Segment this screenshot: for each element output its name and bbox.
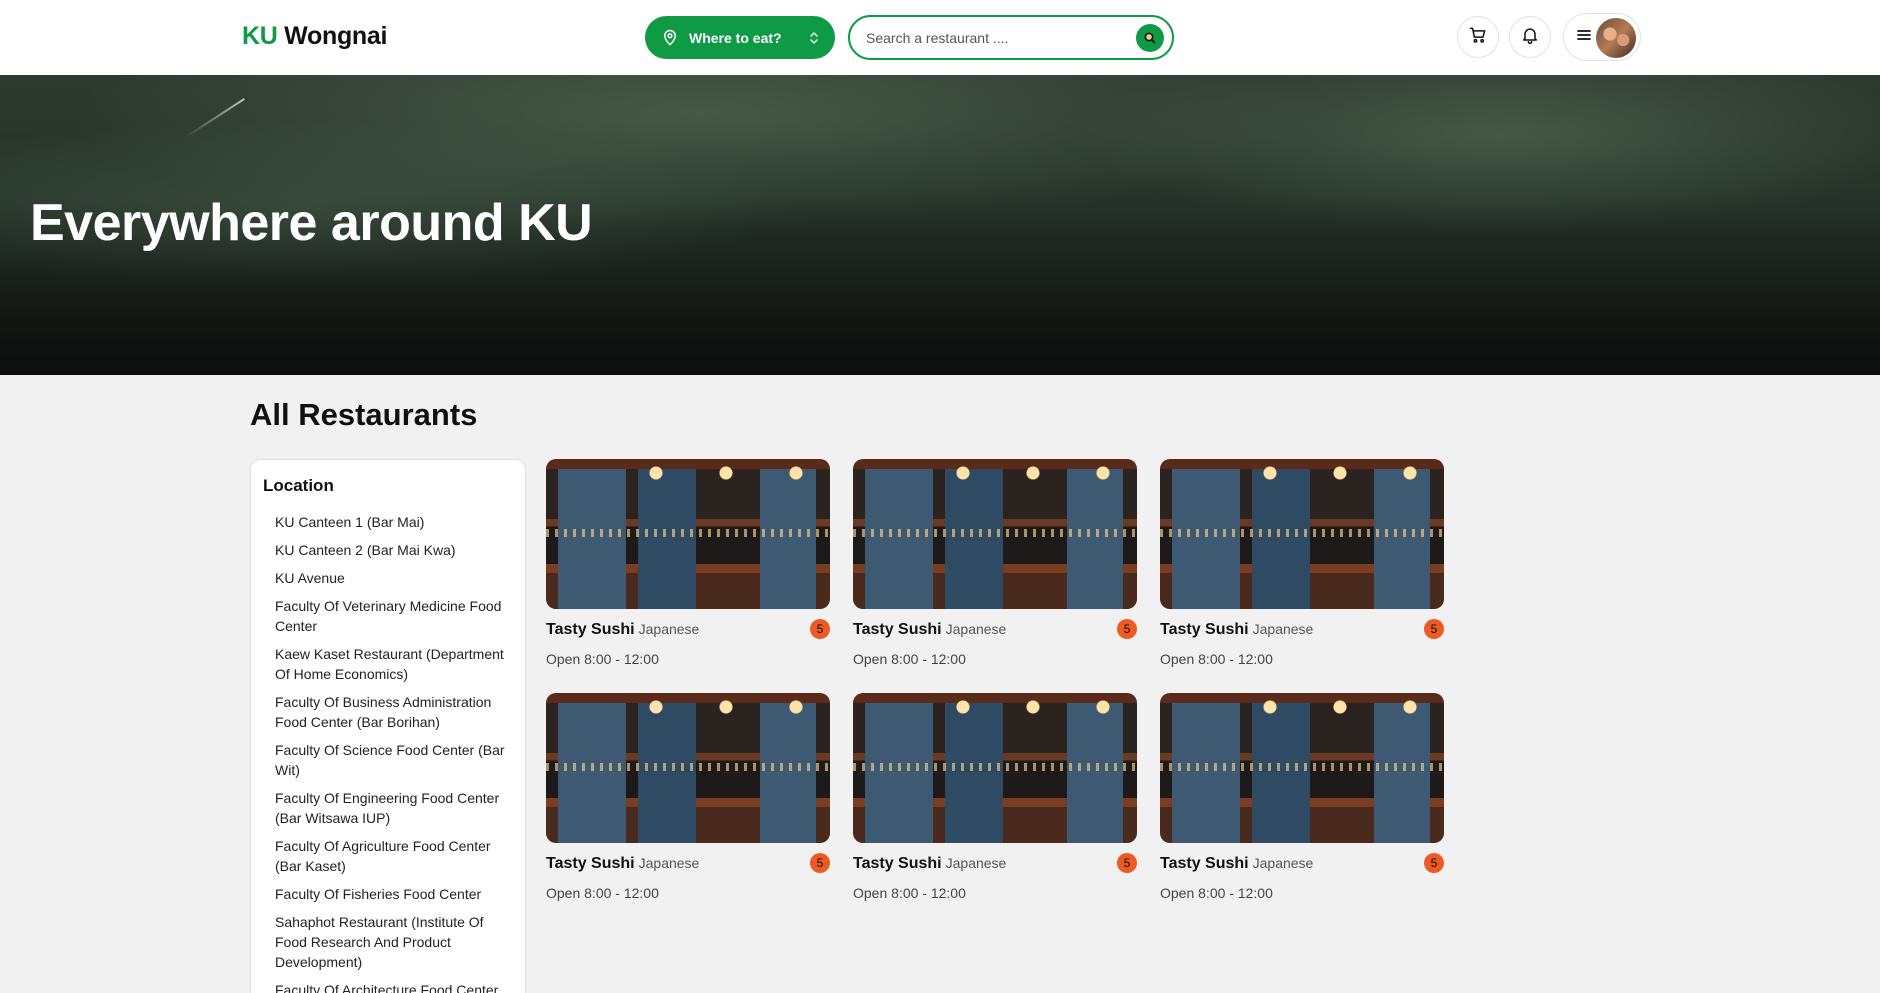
rating-badge: 5: [1117, 853, 1137, 873]
restaurant-cuisine: Japanese: [638, 855, 700, 871]
restaurant-name-line: Tasty Sushi Japanese: [853, 621, 1006, 639]
restaurant-name: Tasty Sushi: [546, 855, 635, 872]
restaurant-name-line: Tasty Sushi Japanese: [1160, 855, 1313, 873]
location-filter-panel: Location KU Canteen 1 (Bar Mai) KU Cante…: [250, 459, 526, 993]
rating-badge: 5: [810, 853, 830, 873]
location-item[interactable]: KU Canteen 2 (Bar Mai Kwa): [275, 540, 515, 560]
notifications-button[interactable]: [1509, 16, 1551, 58]
restaurant-name-line: Tasty Sushi Japanese: [546, 855, 699, 873]
restaurant-card[interactable]: Tasty Sushi Japanese 5 Open 8:00 - 12:00: [853, 693, 1137, 918]
where-to-eat-label: Where to eat?: [689, 29, 782, 46]
site-logo[interactable]: KU Wongnai: [242, 22, 387, 51]
restaurant-card[interactable]: Tasty Sushi Japanese 5 Open 8:00 - 12:00: [853, 459, 1137, 684]
restaurant-name-line: Tasty Sushi Japanese: [546, 621, 699, 639]
top-navbar: KU Wongnai Where to eat?: [0, 0, 1880, 75]
hero-title: Everywhere around KU: [30, 194, 593, 252]
map-pin-icon: [661, 29, 679, 47]
location-item[interactable]: Kaew Kaset Restaurant (Department Of Hom…: [275, 644, 515, 684]
logo-wongnai-text: Wongnai: [284, 22, 388, 50]
restaurant-cuisine: Japanese: [945, 621, 1007, 637]
location-item[interactable]: Faculty Of Agriculture Food Center (Bar …: [275, 836, 515, 876]
location-list: KU Canteen 1 (Bar Mai) KU Canteen 2 (Bar…: [275, 512, 515, 993]
restaurant-name: Tasty Sushi: [1160, 621, 1249, 638]
restaurant-image: [853, 693, 1137, 843]
user-menu-button[interactable]: [1563, 13, 1641, 61]
logo-ku-text: KU: [242, 22, 278, 50]
opening-hours: Open 8:00 - 12:00: [1160, 651, 1273, 667]
location-item[interactable]: Faculty Of Architecture Food Center: [275, 980, 515, 993]
location-item[interactable]: Faculty Of Business Administration Food …: [275, 692, 515, 732]
restaurant-image: [1160, 459, 1444, 609]
opening-hours: Open 8:00 - 12:00: [853, 651, 966, 667]
search-input[interactable]: [866, 28, 1116, 48]
restaurant-name: Tasty Sushi: [1160, 855, 1249, 872]
location-heading: Location: [263, 476, 334, 495]
restaurant-card[interactable]: Tasty Sushi Japanese 5 Open 8:00 - 12:00: [546, 459, 830, 684]
hero-shooting-star: [185, 98, 245, 138]
restaurant-name: Tasty Sushi: [546, 621, 635, 638]
opening-hours: Open 8:00 - 12:00: [546, 651, 659, 667]
where-to-eat-button[interactable]: Where to eat?: [645, 16, 835, 59]
rating-badge: 5: [1424, 619, 1444, 639]
restaurant-card[interactable]: Tasty Sushi Japanese 5 Open 8:00 - 12:00: [1160, 459, 1444, 684]
opening-hours: Open 8:00 - 12:00: [546, 885, 659, 901]
hero-banner: Everywhere around KU: [0, 75, 1880, 375]
chevron-updown-icon: [807, 29, 821, 47]
location-item[interactable]: KU Avenue: [275, 568, 515, 588]
restaurant-cuisine: Japanese: [945, 855, 1007, 871]
bell-icon: [1520, 25, 1540, 50]
restaurant-name: Tasty Sushi: [853, 621, 942, 638]
location-item[interactable]: Faculty Of Science Food Center (Bar Wit): [275, 740, 515, 780]
restaurant-cuisine: Japanese: [638, 621, 700, 637]
restaurant-image: [546, 693, 830, 843]
rating-badge: 5: [810, 619, 830, 639]
restaurant-name-line: Tasty Sushi Japanese: [1160, 621, 1313, 639]
search-bar: [848, 15, 1174, 60]
menu-icon: [1576, 28, 1592, 47]
location-item[interactable]: Faculty Of Fisheries Food Center: [275, 884, 515, 904]
restaurant-image: [546, 459, 830, 609]
cart-button[interactable]: [1457, 16, 1499, 58]
rating-badge: 5: [1117, 619, 1137, 639]
avatar: [1596, 18, 1636, 58]
search-icon[interactable]: [1136, 24, 1164, 52]
restaurant-name: Tasty Sushi: [853, 855, 942, 872]
location-item[interactable]: Faculty Of Veterinary Medicine Food Cent…: [275, 596, 515, 636]
opening-hours: Open 8:00 - 12:00: [1160, 885, 1273, 901]
location-item[interactable]: Sahaphot Restaurant (Institute Of Food R…: [275, 912, 515, 972]
location-item[interactable]: Faculty Of Engineering Food Center (Bar …: [275, 788, 515, 828]
rating-badge: 5: [1424, 853, 1444, 873]
restaurant-card[interactable]: Tasty Sushi Japanese 5 Open 8:00 - 12:00: [546, 693, 830, 918]
opening-hours: Open 8:00 - 12:00: [853, 885, 966, 901]
restaurant-cuisine: Japanese: [1252, 855, 1314, 871]
restaurant-cuisine: Japanese: [1252, 621, 1314, 637]
restaurant-image: [853, 459, 1137, 609]
restaurant-name-line: Tasty Sushi Japanese: [853, 855, 1006, 873]
location-item[interactable]: KU Canteen 1 (Bar Mai): [275, 512, 515, 532]
cart-icon: [1468, 25, 1488, 50]
restaurant-card[interactable]: Tasty Sushi Japanese 5 Open 8:00 - 12:00: [1160, 693, 1444, 918]
section-title: All Restaurants: [250, 397, 478, 432]
restaurant-image: [1160, 693, 1444, 843]
